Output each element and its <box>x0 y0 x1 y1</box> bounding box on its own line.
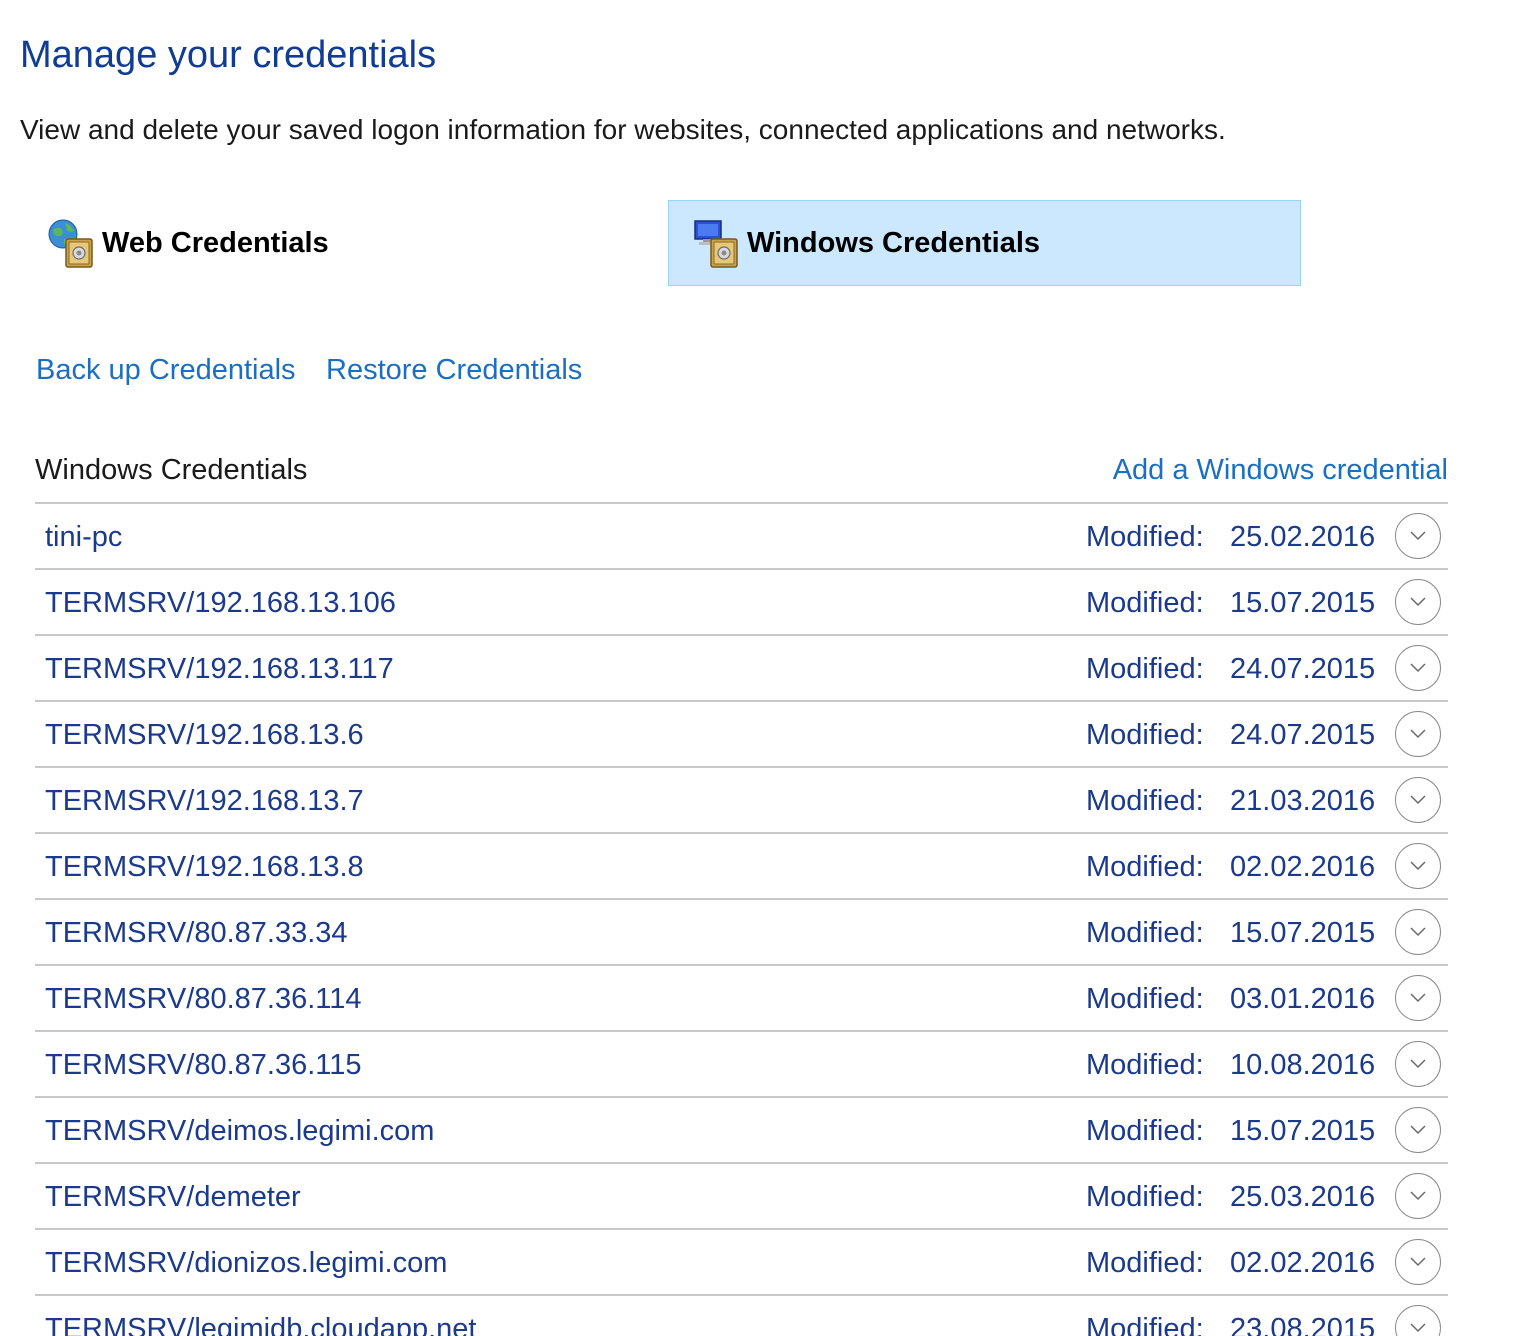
modified-date: 21.03.2016 <box>1230 785 1376 817</box>
modified-date: 15.07.2015 <box>1230 917 1376 949</box>
chevron-down-icon <box>1410 597 1426 607</box>
expand-button[interactable] <box>1395 909 1441 955</box>
chevron-down-icon <box>1410 861 1426 871</box>
expand-button[interactable] <box>1395 843 1441 889</box>
credential-row[interactable]: TERMSRV/80.87.36.115 Modified: 10.08.2016 <box>35 1032 1448 1098</box>
modified-date: 15.07.2015 <box>1230 1115 1376 1147</box>
chevron-down-icon <box>1410 1125 1426 1135</box>
expand-button[interactable] <box>1395 975 1441 1021</box>
credential-row[interactable]: TERMSRV/192.168.13.6 Modified: 24.07.2015 <box>35 702 1448 768</box>
chevron-down-icon <box>1410 993 1426 1003</box>
restore-credentials-link[interactable]: Restore Credentials <box>326 354 582 387</box>
credential-name: tini-pc <box>45 521 123 553</box>
tab-windows-credentials[interactable]: Windows Credentials <box>668 200 1301 286</box>
modified-date: 15.07.2015 <box>1230 587 1376 619</box>
credential-row[interactable]: TERMSRV/legimidb.cloudapp.net Modified: 23… <box>35 1296 1448 1336</box>
credential-row[interactable]: TERMSRV/192.168.13.8 Modified: 02.02.2016 <box>35 834 1448 900</box>
expand-button[interactable] <box>1395 711 1441 757</box>
modified-date: 23.08.2015 <box>1230 1313 1376 1336</box>
modified-label: Modified: <box>1086 521 1204 553</box>
page-subtitle: View and delete your saved logon informa… <box>20 114 1226 145</box>
expand-button[interactable] <box>1395 1173 1441 1219</box>
modified-label: Modified: <box>1086 1049 1204 1081</box>
chevron-down-icon <box>1410 1257 1426 1267</box>
modified-label: Modified: <box>1086 1247 1204 1279</box>
credential-name: TERMSRV/dionizos.legimi.com <box>45 1247 448 1279</box>
chevron-down-icon <box>1410 795 1426 805</box>
credential-list: tini-pc Modified: 25.02.2016 TERMSRV/192.16… <box>35 504 1448 1336</box>
modified-label: Modified: <box>1086 719 1204 751</box>
credential-row[interactable]: TERMSRV/80.87.33.34 Modified: 15.07.2015 <box>35 900 1448 966</box>
expand-button[interactable] <box>1395 645 1441 691</box>
expand-button[interactable] <box>1395 1107 1441 1153</box>
credential-row[interactable]: TERMSRV/deimos.legimi.com Modified: 15.07.… <box>35 1098 1448 1164</box>
chevron-down-icon <box>1410 1191 1426 1201</box>
expand-button[interactable] <box>1395 579 1441 625</box>
section-title: Windows Credentials <box>35 454 308 486</box>
modified-label: Modified: <box>1086 851 1204 883</box>
credential-name: TERMSRV/192.168.13.8 <box>45 851 364 883</box>
credential-name: TERMSRV/192.168.13.117 <box>45 653 394 685</box>
credential-name: TERMSRV/80.87.36.115 <box>45 1049 362 1081</box>
modified-label: Modified: <box>1086 1181 1204 1213</box>
credential-name: TERMSRV/80.87.36.114 <box>45 983 362 1015</box>
modified-date: 24.07.2015 <box>1230 719 1376 751</box>
expand-button[interactable] <box>1395 777 1441 823</box>
credential-name: TERMSRV/80.87.33.34 <box>45 917 348 949</box>
chevron-down-icon <box>1410 663 1426 673</box>
credential-name: TERMSRV/deimos.legimi.com <box>45 1115 435 1147</box>
credential-name: TERMSRV/192.168.13.7 <box>45 785 364 817</box>
credential-row[interactable]: TERMSRV/demeter Modified: 25.03.2016 <box>35 1164 1448 1230</box>
section-header: Windows Credentials Add a Windows creden… <box>35 438 1448 504</box>
page-title: Manage your credentials <box>20 34 437 76</box>
expand-button[interactable] <box>1395 1239 1441 1285</box>
modified-label: Modified: <box>1086 653 1204 685</box>
chevron-down-icon <box>1410 1059 1426 1069</box>
credential-row[interactable]: TERMSRV/192.168.13.106 Modified: 15.07.201… <box>35 570 1448 636</box>
credential-row[interactable]: tini-pc Modified: 25.02.2016 <box>35 504 1448 570</box>
chevron-down-icon <box>1410 927 1426 937</box>
modified-label: Modified: <box>1086 1313 1204 1336</box>
credential-row[interactable]: TERMSRV/dionizos.legimi.com Modified: 02.0… <box>35 1230 1448 1296</box>
modified-label: Modified: <box>1086 785 1204 817</box>
modified-date: 25.02.2016 <box>1230 521 1376 553</box>
chevron-down-icon <box>1410 1323 1426 1333</box>
modified-label: Modified: <box>1086 983 1204 1015</box>
credential-name: TERMSRV/legimidb.cloudapp.net <box>45 1313 477 1336</box>
modified-date: 25.03.2016 <box>1230 1181 1376 1213</box>
web-credentials-icon <box>46 217 98 269</box>
modified-label: Modified: <box>1086 1115 1204 1147</box>
tab-web-credentials[interactable]: Web Credentials <box>46 200 646 286</box>
credential-row[interactable]: TERMSRV/192.168.13.117 Modified: 24.07.201… <box>35 636 1448 702</box>
windows-credentials-icon <box>691 217 743 269</box>
add-windows-credential-link[interactable]: Add a Windows credential <box>1113 454 1448 487</box>
expand-button[interactable] <box>1395 513 1441 559</box>
credential-manager-page: Manage your credentials View and delete … <box>0 0 1530 1336</box>
expand-button[interactable] <box>1395 1041 1441 1087</box>
credential-row[interactable]: TERMSRV/80.87.36.114 Modified: 03.01.2016 <box>35 966 1448 1032</box>
credential-row[interactable]: TERMSRV/192.168.13.7 Modified: 21.03.2016 <box>35 768 1448 834</box>
modified-label: Modified: <box>1086 917 1204 949</box>
credential-name: TERMSRV/192.168.13.106 <box>45 587 396 619</box>
modified-date: 03.01.2016 <box>1230 983 1376 1015</box>
modified-date: 24.07.2015 <box>1230 653 1376 685</box>
modified-date: 02.02.2016 <box>1230 1247 1376 1279</box>
credential-name: TERMSRV/demeter <box>45 1181 301 1213</box>
tab-windows-credentials-label: Windows Credentials <box>747 226 1041 259</box>
chevron-down-icon <box>1410 531 1426 541</box>
modified-label: Modified: <box>1086 587 1204 619</box>
expand-button[interactable] <box>1395 1305 1441 1336</box>
credential-name: TERMSRV/192.168.13.6 <box>45 719 364 751</box>
modified-date: 10.08.2016 <box>1230 1049 1376 1081</box>
tab-web-credentials-label: Web Credentials <box>102 226 329 259</box>
backup-credentials-link[interactable]: Back up Credentials <box>36 354 296 387</box>
modified-date: 02.02.2016 <box>1230 851 1376 883</box>
chevron-down-icon <box>1410 729 1426 739</box>
